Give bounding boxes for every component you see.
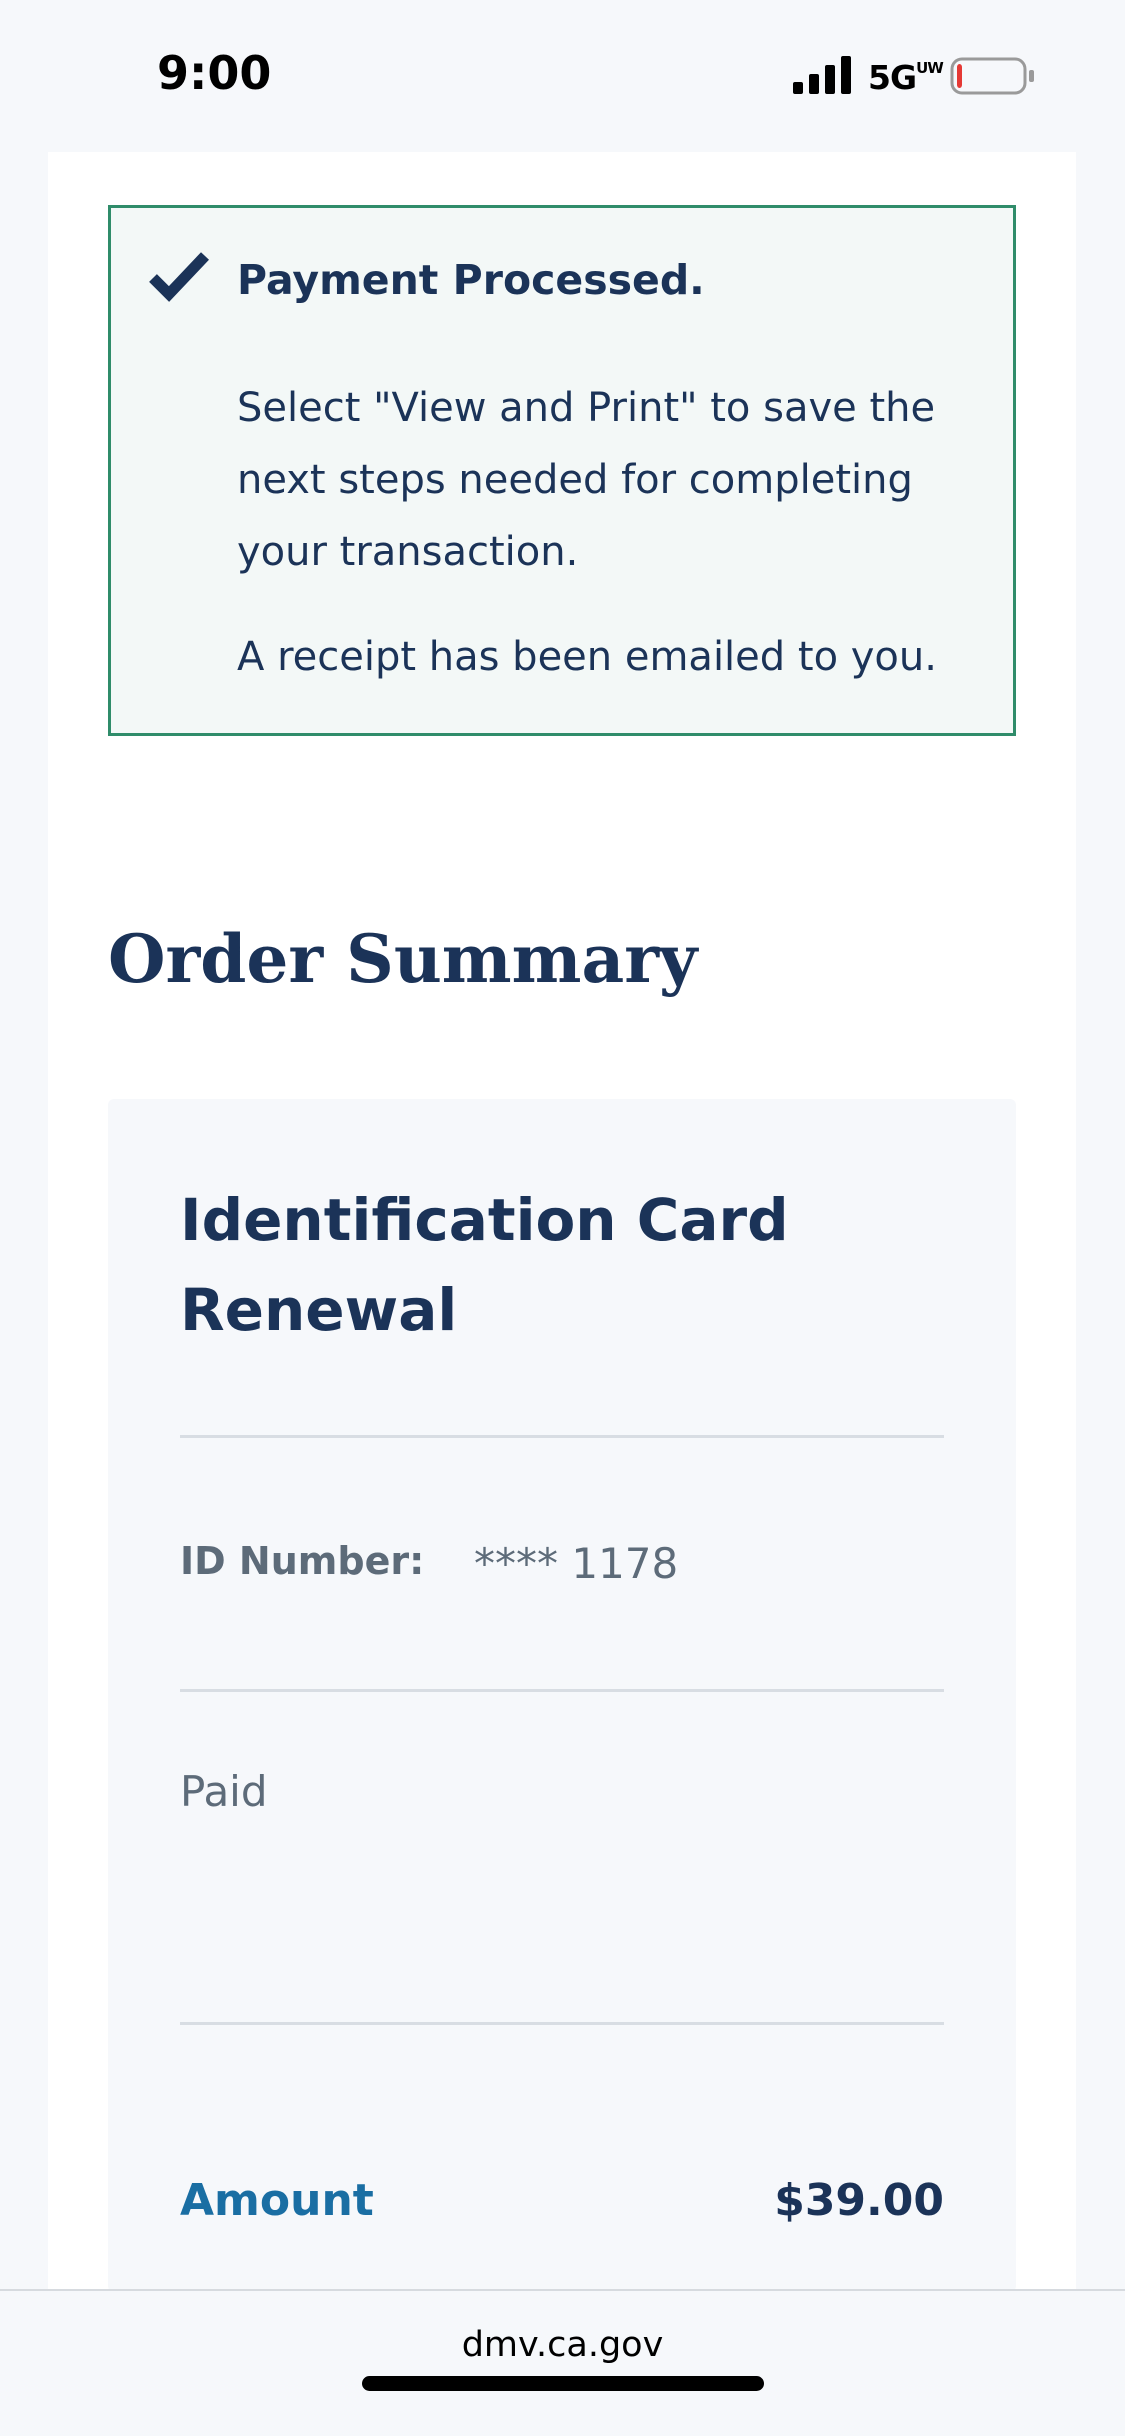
order-summary-card: Identification Card Renewal ID Number: *… [108, 1099, 1016, 2292]
url-text[interactable]: dmv.ca.gov [0, 2325, 1125, 2365]
network-sup-label: UW [916, 59, 944, 77]
network-indicator: 5GUW [868, 58, 944, 97]
service-title: Identification Card Renewal [180, 1186, 789, 1344]
alert-message: Select "View and Print" to save the next… [237, 385, 936, 575]
id-number-value: **** 1178 [474, 1539, 679, 1588]
divider [180, 1689, 944, 1692]
status-bar: 9:00 5GUW [0, 0, 1125, 150]
alert-title: Payment Processed. [237, 256, 705, 304]
payment-success-alert: Payment Processed. Select "View and Prin… [108, 205, 1016, 736]
divider [180, 2022, 944, 2025]
amount-value: $39.00 [774, 2175, 944, 2226]
alert-receipt-note: A receipt has been emailed to you. [237, 634, 937, 680]
battery-icon [950, 57, 1034, 95]
id-number-label: ID Number: [180, 1539, 425, 1583]
divider [180, 1435, 944, 1438]
home-indicator[interactable] [362, 2376, 764, 2391]
paid-label: Paid [180, 1767, 268, 1816]
status-time: 9:00 [157, 46, 272, 100]
browser-address-bar[interactable]: dmv.ca.gov [0, 2289, 1125, 2436]
amount-label: Amount [180, 2175, 374, 2226]
signal-icon [793, 56, 851, 94]
checkmark-icon [149, 252, 209, 302]
order-summary-heading: Order Summary [108, 920, 698, 998]
network-label: 5G [868, 58, 917, 97]
